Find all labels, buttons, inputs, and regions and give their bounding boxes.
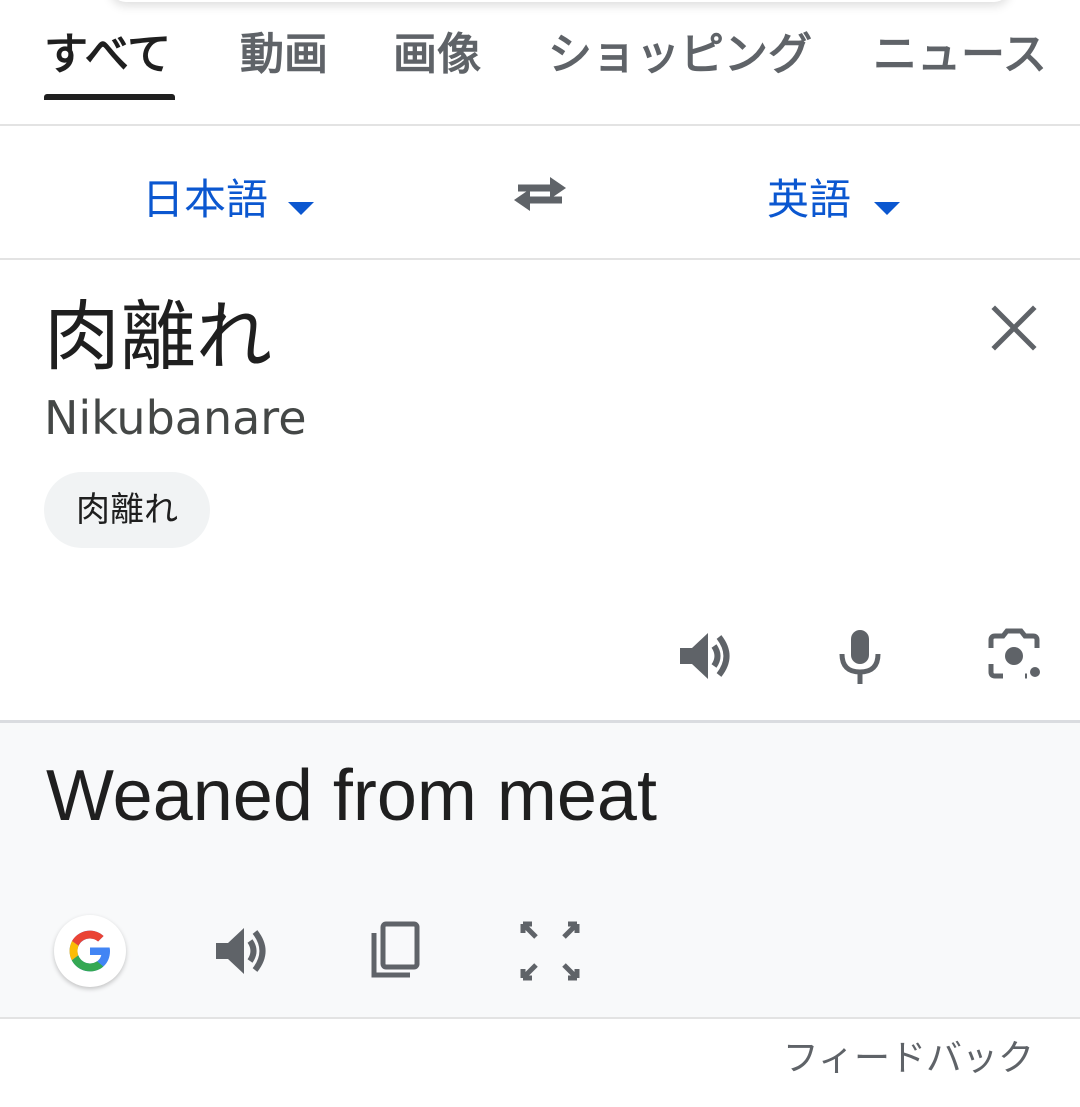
target-language-chevron-down-icon[interactable]	[874, 202, 900, 215]
google-icon	[69, 930, 110, 972]
target-language-label: 英語	[767, 175, 852, 224]
source-text-input[interactable]: 肉離れ	[44, 292, 272, 382]
source-language-label: 日本語	[142, 175, 269, 224]
tab-images[interactable]: 画像	[393, 28, 481, 82]
feedback-link[interactable]: フィードバック	[783, 1036, 1034, 1082]
google-button[interactable]	[54, 915, 126, 987]
source-language-chevron-down-icon[interactable]	[288, 202, 314, 215]
speaker-icon[interactable]	[674, 624, 738, 688]
source-romanization: Nikubanare	[44, 391, 307, 445]
microphone-icon[interactable]	[828, 624, 892, 688]
translated-text: Weaned from meat	[46, 756, 657, 836]
translation-panel: Weaned from meat	[0, 720, 1080, 1019]
tab-all[interactable]: すべて	[44, 28, 171, 82]
source-language-select[interactable]: 日本語	[142, 174, 268, 226]
tab-shopping[interactable]: ショッピング	[548, 28, 812, 82]
tab-news[interactable]: ニュース	[873, 28, 1047, 82]
camera-icon[interactable]	[982, 624, 1046, 688]
fullscreen-icon[interactable]	[518, 919, 582, 983]
language-selector-bar: 日本語 英語	[0, 126, 1080, 260]
clear-icon[interactable]	[988, 302, 1040, 354]
speaker-icon[interactable]	[210, 919, 274, 983]
source-panel: 肉離れ Nikubanare 肉離れ	[0, 260, 1080, 720]
active-tab-indicator	[44, 94, 175, 100]
search-tabs: すべて 動画 画像 ショッピング ニュース	[0, 0, 1080, 126]
copy-icon[interactable]	[362, 919, 426, 983]
suggestion-chip[interactable]: 肉離れ	[44, 472, 210, 548]
target-language-select[interactable]: 英語	[767, 174, 851, 226]
swap-arrows-icon[interactable]	[510, 168, 570, 218]
tab-videos[interactable]: 動画	[240, 28, 328, 82]
